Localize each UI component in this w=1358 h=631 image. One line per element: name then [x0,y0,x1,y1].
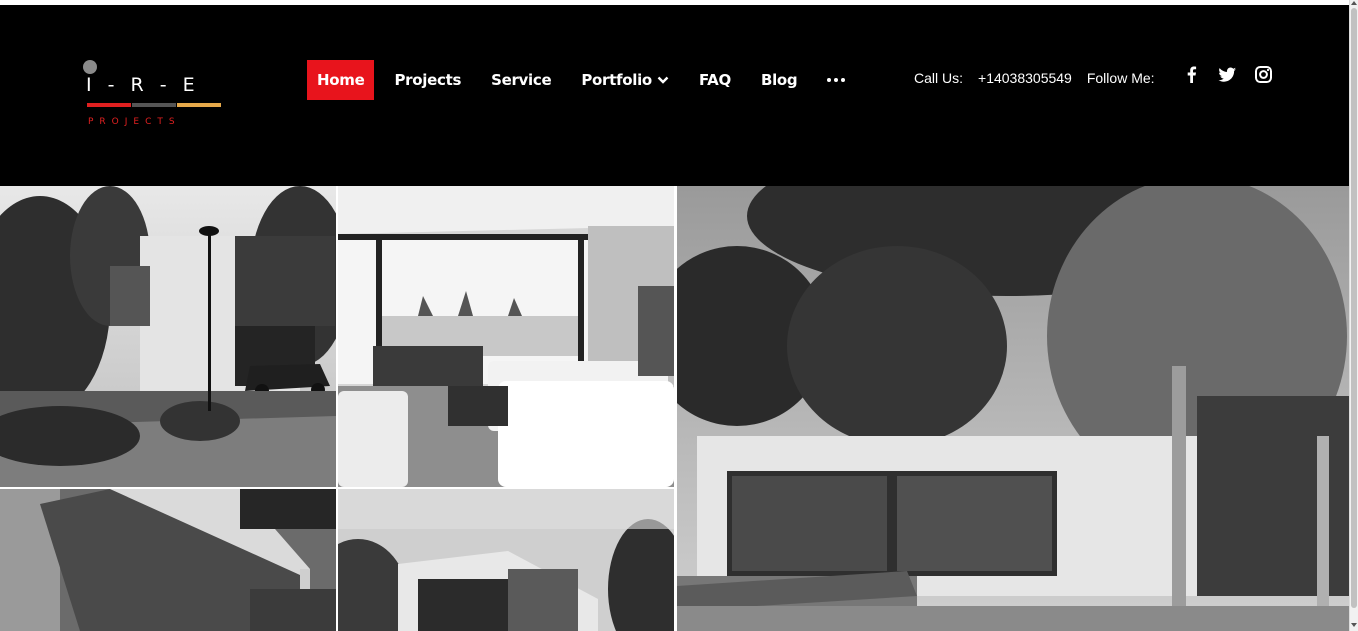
nav-faq-label: FAQ [698,71,731,89]
nav-service[interactable]: Service [481,60,561,100]
living-room-image [338,186,674,487]
instagram-icon[interactable] [1254,65,1273,84]
nav-blog[interactable]: Blog [751,60,807,100]
twitter-icon[interactable] [1218,65,1237,84]
gallery-tile-cube-house[interactable] [338,489,674,631]
more-menu-button[interactable] [817,60,855,100]
facebook-icon[interactable] [1182,65,1201,84]
tropical-house-image [677,186,1349,631]
logo-subtitle: PROJECTS [88,117,181,127]
contact-info: Call Us: +14038305549 Follow Me: [914,67,1170,89]
nav-portfolio-label: Portfolio [581,71,652,89]
logo-bar-gold [177,103,221,107]
call-us-label: Call Us: [914,70,964,86]
gallery-tile-modern-house[interactable] [0,186,336,487]
social-links [1182,65,1273,84]
logo[interactable]: I - R - E PROJECTS [82,59,227,139]
nav-home[interactable]: Home [307,60,375,100]
logo-dot [83,60,97,74]
nav-projects[interactable]: Projects [384,60,471,100]
nav-home-label: Home [317,71,365,89]
aerial-house-image [0,489,336,631]
phone-number[interactable]: +14038305549 [978,70,1072,86]
follow-me-label: Follow Me: [1086,70,1155,86]
nav-faq[interactable]: FAQ [689,60,741,100]
main-nav: Home Projects Service Portfolio FAQ Blog [307,60,855,100]
modern-house-image [0,186,336,487]
logo-bar-gray [132,103,176,107]
chevron-down-icon [657,76,669,84]
project-gallery [0,186,1349,631]
nav-projects-label: Projects [394,71,462,89]
cube-house-image [338,489,674,631]
ellipsis-icon [827,78,846,82]
scrollbar-thumb[interactable] [1351,8,1357,608]
gallery-tile-living-room[interactable] [338,186,674,487]
nav-blog-label: Blog [760,71,798,89]
scroll-up-arrow-icon[interactable] [1351,1,1357,5]
site-header: I - R - E PROJECTS Home Projects Service… [0,5,1349,186]
scroll-down-arrow-icon[interactable] [1351,623,1357,627]
logo-bar-red [87,103,131,107]
vertical-scrollbar[interactable] [1349,0,1358,631]
gallery-tile-tropical-house[interactable] [677,186,1349,631]
logo-letters: I - R - E [86,74,200,96]
nav-service-label: Service [491,71,552,89]
nav-portfolio[interactable]: Portfolio [571,60,679,100]
gallery-tile-aerial-house[interactable] [0,489,336,631]
